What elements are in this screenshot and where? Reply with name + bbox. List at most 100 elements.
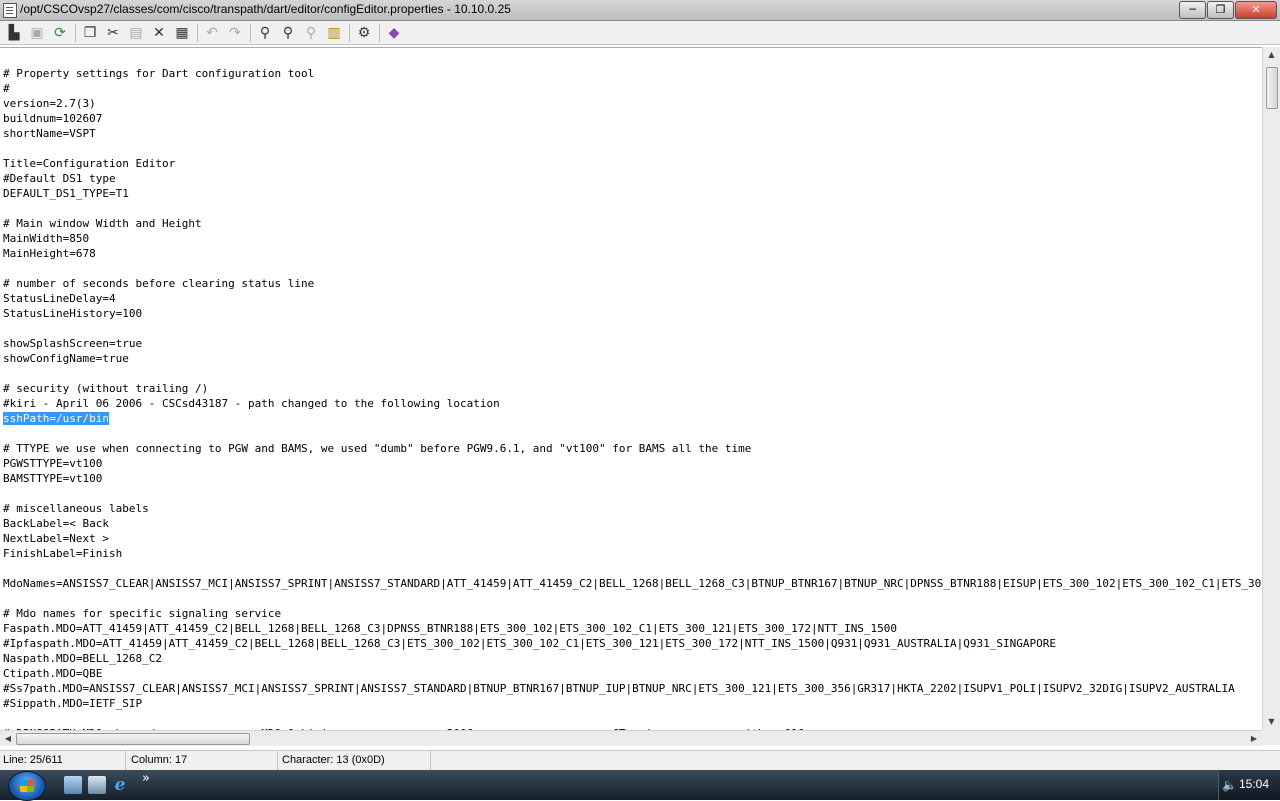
scroll-right-icon[interactable]: ▶ (1246, 731, 1262, 746)
text-line[interactable] (3, 591, 1262, 606)
text-line-content: shortName=VSPT (3, 127, 96, 140)
text-line[interactable] (3, 366, 1262, 381)
toolbar: ▙ ▣ ⟳ ❐ ✂ ▤ ✕ ▦ ↶ ↷ ⚲ ⚲ ⚲ ▥ ⚙ ◆ (0, 21, 1280, 45)
save-icon[interactable]: ▣ (27, 23, 47, 43)
text-line-content: showSplashScreen=true (3, 337, 143, 350)
text-line[interactable]: MdoNames=ANSISS7_CLEAR|ANSISS7_MCI|ANSIS… (3, 576, 1262, 591)
text-line[interactable] (3, 261, 1262, 276)
text-line-content: sshPath=/usr/bin (3, 412, 109, 425)
text-line[interactable]: NextLabel=Next > (3, 531, 1262, 546)
find-next-icon[interactable]: ⚲ (278, 23, 298, 43)
text-line-content: Faspath.MDO=ATT_41459|ATT_41459_C2|BELL_… (3, 622, 898, 635)
text-line-content: DEFAULT_DS1_TYPE=T1 (3, 187, 129, 200)
scroll-up-icon[interactable]: ▲ (1263, 47, 1280, 63)
text-line[interactable] (3, 486, 1262, 501)
text-line[interactable]: #Sippath.MDO=IETF_SIP (3, 696, 1262, 711)
scroll-down-icon[interactable]: ▼ (1263, 714, 1280, 730)
redo-icon[interactable]: ↷ (225, 23, 245, 43)
text-line[interactable]: Ctipath.MDO=QBE (3, 666, 1262, 681)
clock[interactable]: 15:04 (1239, 777, 1269, 791)
text-line-content: Naspath.MDO=BELL_1268_C2 (3, 652, 162, 665)
text-line[interactable]: shortName=VSPT (3, 126, 1262, 141)
text-line[interactable]: showConfigName=true (3, 351, 1262, 366)
text-line[interactable] (3, 141, 1262, 156)
text-line[interactable]: buildnum=102607 (3, 111, 1262, 126)
text-line[interactable]: #Default DS1 type (3, 171, 1262, 186)
text-line[interactable]: version=2.7(3) (3, 96, 1262, 111)
text-line-content: # miscellaneous labels (3, 502, 149, 515)
text-line[interactable]: MainWidth=850 (3, 231, 1262, 246)
text-line-content: showConfigName=true (3, 352, 129, 365)
text-line[interactable]: # (3, 81, 1262, 96)
delete-icon[interactable]: ✕ (149, 23, 169, 43)
find-icon[interactable]: ⚲ (255, 23, 275, 43)
minimize-button[interactable]: ─ (1179, 1, 1206, 19)
undo-icon[interactable]: ↶ (202, 23, 222, 43)
text-line[interactable] (3, 321, 1262, 336)
text-line-content: #Ipfaspath.MDO=ATT_41459|ATT_41459_C2|BE… (3, 637, 1056, 650)
horizontal-scroll-thumb[interactable] (16, 733, 250, 745)
editor-lines[interactable]: # Property settings for Dart configurati… (3, 66, 1262, 731)
text-line[interactable] (3, 201, 1262, 216)
text-line[interactable]: BAMSTTYPE=vt100 (3, 471, 1262, 486)
text-line[interactable]: #Ipfaspath.MDO=ATT_41459|ATT_41459_C2|BE… (3, 636, 1262, 651)
horizontal-scrollbar[interactable]: ◀ ▶ (0, 730, 1262, 746)
text-line[interactable] (3, 561, 1262, 576)
text-line[interactable]: # Mdo names for specific signaling servi… (3, 606, 1262, 621)
text-line[interactable]: Faspath.MDO=ATT_41459|ATT_41459_C2|BELL_… (3, 621, 1262, 636)
text-line[interactable]: StatusLineDelay=4 (3, 291, 1262, 306)
maximize-button[interactable]: ❐ (1207, 1, 1234, 19)
text-line[interactable]: # Main window Width and Height (3, 216, 1262, 231)
internet-explorer-icon[interactable]: e (111, 776, 129, 794)
text-line[interactable] (3, 711, 1262, 726)
open-icon[interactable]: ▙ (4, 23, 24, 43)
vertical-scroll-thumb[interactable] (1266, 67, 1278, 109)
scroll-corner (1262, 730, 1280, 745)
select-all-icon[interactable]: ▦ (172, 23, 192, 43)
text-line-content: MainHeight=678 (3, 247, 96, 260)
status-bar: Line: 25/611 Column: 17 Character: 13 (0… (0, 750, 1280, 771)
close-button[interactable]: ✕ (1235, 1, 1277, 19)
show-desktop-icon[interactable] (64, 776, 82, 794)
text-line-content: MainWidth=850 (3, 232, 90, 245)
cut-icon[interactable]: ✂ (103, 23, 123, 43)
text-line[interactable]: # miscellaneous labels (3, 501, 1262, 516)
text-line[interactable]: MainHeight=678 (3, 246, 1262, 261)
text-line[interactable]: # security (without trailing /) (3, 381, 1262, 396)
scroll-left-icon[interactable]: ◀ (0, 731, 16, 746)
paste-icon[interactable]: ▤ (126, 23, 146, 43)
text-line[interactable]: Title=Configuration Editor (3, 156, 1262, 171)
text-line[interactable]: StatusLineHistory=100 (3, 306, 1262, 321)
text-line[interactable]: FinishLabel=Finish (3, 546, 1262, 561)
help-icon[interactable]: ◆ (384, 23, 404, 43)
text-line[interactable]: DEFAULT_DS1_TYPE=T1 (3, 186, 1262, 201)
text-line-content: StatusLineHistory=100 (3, 307, 143, 320)
text-line[interactable]: Naspath.MDO=BELL_1268_C2 (3, 651, 1262, 666)
copy-icon[interactable]: ❐ (80, 23, 100, 43)
switch-windows-icon[interactable] (88, 776, 106, 794)
text-editor[interactable]: # Property settings for Dart configurati… (0, 47, 1262, 731)
window-controls: ─ ❐ ✕ (1179, 1, 1277, 19)
start-button[interactable] (8, 771, 46, 801)
text-line[interactable]: BackLabel=< Back (3, 516, 1262, 531)
text-line[interactable]: showSplashScreen=true (3, 336, 1262, 351)
vertical-scrollbar[interactable]: ▲ ▼ (1262, 47, 1280, 730)
status-character: Character: 13 (0x0D) (279, 751, 431, 770)
text-line-content: Title=Configuration Editor (3, 157, 176, 170)
window-title: /opt/CSCOvsp27/classes/com/cisco/transpa… (20, 2, 511, 16)
selected-text-line[interactable]: sshPath=/usr/bin (3, 411, 1262, 426)
text-line[interactable]: # TTYPE we use when connecting to PGW an… (3, 441, 1262, 456)
settings-icon[interactable]: ⚙ (354, 23, 374, 43)
quick-launch-more[interactable]: » (142, 771, 150, 786)
text-line[interactable] (3, 426, 1262, 441)
text-line[interactable]: # number of seconds before clearing stat… (3, 276, 1262, 291)
app-icon[interactable] (3, 3, 17, 18)
volume-muted-icon[interactable]: 🔈 (1222, 778, 1237, 792)
find-previous-icon[interactable]: ⚲ (301, 23, 321, 43)
reload-icon[interactable]: ⟳ (50, 23, 70, 43)
text-line[interactable]: #kiri - April 06 2006 - CSCsd43187 - pat… (3, 396, 1262, 411)
text-line[interactable]: PGWSTTYPE=vt100 (3, 456, 1262, 471)
text-line[interactable]: # Property settings for Dart configurati… (3, 66, 1262, 81)
text-line[interactable]: #Ss7path.MDO=ANSISS7_CLEAR|ANSISS7_MCI|A… (3, 681, 1262, 696)
goto-icon[interactable]: ▥ (324, 23, 344, 43)
